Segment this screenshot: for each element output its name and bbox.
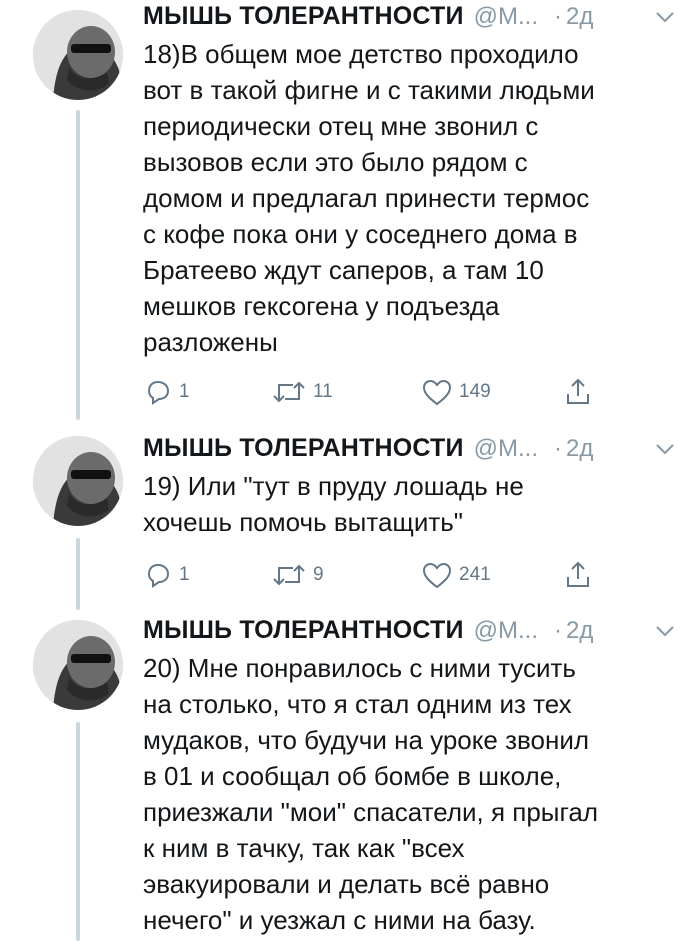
retweet-button[interactable]: 9	[271, 560, 324, 590]
chevron-down-icon[interactable]	[655, 442, 675, 456]
avatar[interactable]	[33, 10, 123, 100]
tweet-20[interactable]: МЫШЬ ТОЛЕРАНТНОСТИ @М... · 2д 20) Мне по…	[0, 610, 700, 941]
share-button[interactable]	[563, 377, 593, 407]
tweet-18[interactable]: МЫШЬ ТОЛЕРАНТНОСТИ @М... · 2д 18)В общем…	[0, 0, 700, 420]
like-count: 241	[459, 564, 491, 585]
like-button[interactable]: 149	[421, 377, 491, 407]
reply-icon	[147, 380, 170, 405]
like-button[interactable]: 241	[421, 560, 491, 590]
retweet-button[interactable]: 11	[271, 377, 333, 407]
tweet-header: МЫШЬ ТОЛЕРАНТНОСТИ @М... · 2д	[143, 2, 683, 36]
display-name[interactable]: МЫШЬ ТОЛЕРАНТНОСТИ	[143, 616, 464, 645]
timestamp[interactable]: 2д	[566, 435, 593, 463]
tweet-text: 19) Или "тут в пруду лошадь не хочешь по…	[143, 471, 524, 537]
like-count: 149	[459, 381, 491, 402]
separator-dot: ·	[554, 617, 563, 644]
user-handle[interactable]: @М...	[474, 435, 538, 463]
thread-line	[76, 110, 80, 420]
reply-button[interactable]: 1	[143, 377, 190, 407]
share-icon	[567, 561, 589, 587]
timestamp[interactable]: 2д	[566, 617, 593, 645]
avatar-photo	[33, 436, 123, 526]
retweet-icon	[273, 564, 305, 586]
tweet-19[interactable]: МЫШЬ ТОЛЕРАНТНОСТИ @М... · 2д 19) Или "т…	[0, 420, 700, 610]
thread-line	[76, 722, 80, 941]
reply-button[interactable]: 1	[143, 560, 190, 590]
avatar[interactable]	[33, 620, 123, 710]
retweet-icon	[273, 381, 305, 403]
tweet-header: МЫШЬ ТОЛЕРАНТНОСТИ @М... · 2д	[143, 616, 683, 650]
display-name[interactable]: МЫШЬ ТОЛЕРАНТНОСТИ	[143, 2, 464, 31]
user-handle[interactable]: @М...	[474, 3, 538, 31]
display-name[interactable]: МЫШЬ ТОЛЕРАНТНОСТИ	[143, 434, 464, 463]
avatar[interactable]	[33, 436, 123, 526]
tweet-actions: 1 9 241	[143, 560, 603, 590]
retweet-count: 9	[313, 564, 324, 585]
share-button[interactable]	[563, 560, 593, 590]
reply-count: 1	[179, 564, 190, 585]
tweet-text: 18)В общем мое детство проходило вот в т…	[143, 39, 595, 357]
reply-icon	[147, 563, 170, 588]
user-handle[interactable]: @М...	[474, 617, 538, 645]
share-icon	[567, 378, 589, 404]
tweet-actions: 1 11 149	[143, 377, 603, 407]
timestamp[interactable]: 2д	[566, 3, 593, 31]
separator-dot: ·	[554, 3, 563, 30]
avatar-photo	[33, 620, 123, 710]
avatar-photo	[33, 10, 123, 100]
tweet-text: 20) Мне понравилось с ними тусить на сто…	[143, 653, 599, 935]
heart-icon	[422, 562, 452, 589]
thread-line	[76, 538, 80, 610]
reply-count: 1	[179, 381, 190, 402]
retweet-count: 11	[313, 381, 333, 402]
chevron-down-icon[interactable]	[655, 624, 675, 638]
separator-dot: ·	[554, 435, 563, 462]
tweet-header: МЫШЬ ТОЛЕРАНТНОСТИ @М... · 2д	[143, 434, 683, 468]
heart-icon	[422, 379, 452, 406]
chevron-down-icon[interactable]	[655, 10, 675, 24]
